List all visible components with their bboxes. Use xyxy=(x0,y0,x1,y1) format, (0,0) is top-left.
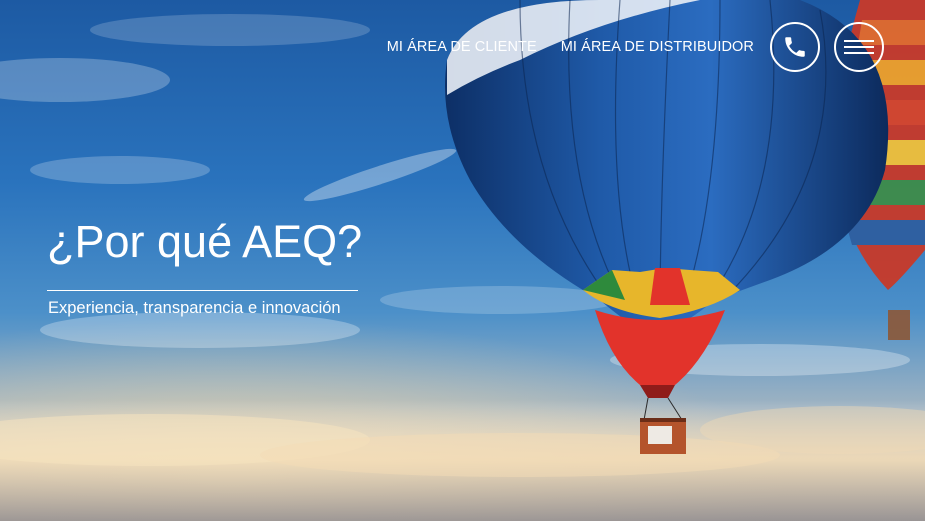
phone-button[interactable] xyxy=(770,22,820,72)
client-area-link[interactable]: MI ÁREA DE CLIENTE xyxy=(387,39,537,55)
top-navigation: MI ÁREA DE CLIENTE MI ÁREA DE DISTRIBUID… xyxy=(387,22,884,72)
phone-icon xyxy=(785,37,805,57)
hamburger-menu-icon xyxy=(844,40,874,54)
page-subtitle: Experiencia, transparencia e innovación xyxy=(48,299,341,317)
title-divider xyxy=(47,290,358,291)
menu-button[interactable] xyxy=(834,22,884,72)
distributor-area-link[interactable]: MI ÁREA DE DISTRIBUIDOR xyxy=(561,39,754,55)
page-title: ¿Por qué AEQ? xyxy=(47,216,363,267)
hero-banner: MI ÁREA DE CLIENTE MI ÁREA DE DISTRIBUID… xyxy=(0,0,925,521)
